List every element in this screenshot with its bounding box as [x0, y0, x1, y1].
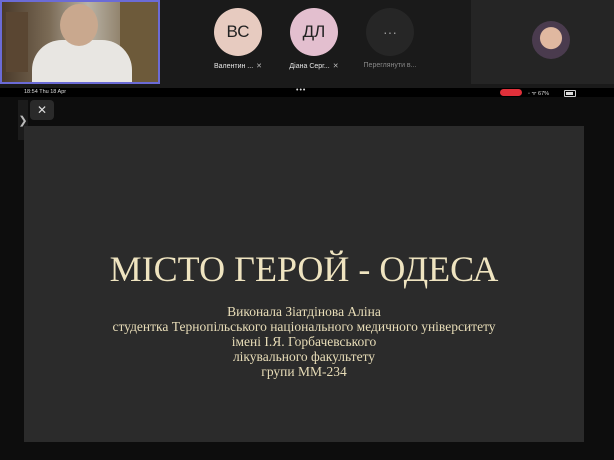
self-view-tile[interactable]	[471, 0, 614, 84]
background-shelf	[6, 12, 28, 72]
battery-icon	[564, 90, 576, 97]
status-time: 18:54	[24, 89, 38, 95]
view-more-participants[interactable]: ··· Переглянути в...	[352, 8, 428, 69]
slide-title: МІСТО ГЕРОЙ - ОДЕСА	[109, 249, 499, 289]
avatar: ВС	[214, 8, 262, 56]
status-time-date: 18:54 Thu 18 Apr	[24, 89, 66, 95]
recording-indicator-icon	[500, 89, 522, 96]
close-button[interactable]: ✕	[30, 100, 54, 120]
mic-muted-icon: ✕	[256, 63, 263, 70]
self-avatar	[532, 21, 570, 59]
subtitle-line: Виконала Зіатдінова Аліна	[227, 304, 381, 319]
participant-name-row: Діана Серг... ✕	[276, 62, 352, 70]
participant-tile-1[interactable]: ВС Валентин ... ✕	[200, 8, 276, 70]
avatar: ДЛ	[290, 8, 338, 56]
more-dots-icon[interactable]: •••	[296, 87, 306, 94]
participant-name-row: Валентин ... ✕	[200, 62, 276, 70]
speaker-body	[32, 40, 132, 82]
presentation-slide: МІСТО ГЕРОЙ - ОДЕСА Виконала Зіатдінова …	[24, 126, 584, 442]
slide-subtitle: Виконала Зіатдінова Аліна студентка Терн…	[24, 304, 584, 379]
subtitle-line: імені І.Я. Горбачевського	[231, 334, 377, 349]
view-more-label: Переглянути в...	[363, 62, 417, 69]
participant-tile-2[interactable]: ДЛ Діана Серг... ✕	[276, 8, 352, 70]
mic-muted-icon: ✕	[332, 63, 339, 70]
subtitle-line: студентка Тернопільського національного …	[112, 319, 496, 334]
speaker-head	[60, 4, 98, 46]
participants-strip: ВС Валентин ... ✕ ДЛ Діана Серг... ✕ ··· П…	[0, 0, 614, 88]
subtitle-line: лікувального факультету	[232, 349, 376, 364]
status-battery-text: ◦ ᯤ 67%	[528, 91, 550, 97]
active-speaker-video[interactable]	[0, 0, 160, 84]
more-icon: ···	[366, 8, 414, 56]
status-date: Thu 18 Apr	[39, 89, 67, 95]
subtitle-line: групи ММ-234	[261, 364, 347, 379]
participant-name: Валентин ...	[213, 63, 254, 70]
participant-name: Діана Серг...	[289, 63, 330, 70]
shared-screen-statusbar: 18:54 Thu 18 Apr ••• ◦ ᯤ 67%	[0, 87, 614, 97]
